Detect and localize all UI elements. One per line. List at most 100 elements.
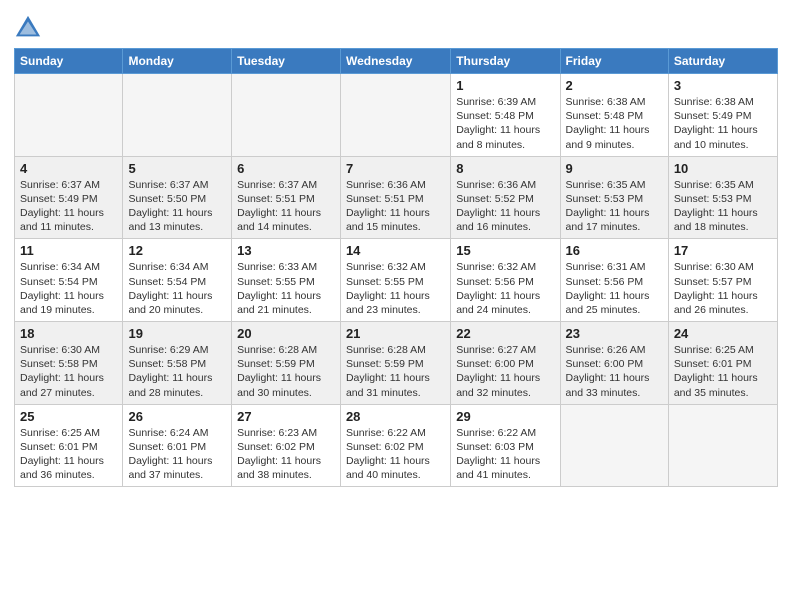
- day-number: 1: [456, 78, 554, 93]
- day-number: 23: [566, 326, 663, 341]
- calendar-cell: 15 Sunrise: 6:32 AM Sunset: 5:56 PM Dayli…: [451, 239, 560, 322]
- day-info: Sunrise: 6:35 AM Sunset: 5:53 PM Dayligh…: [566, 178, 663, 235]
- day-info: Sunrise: 6:37 AM Sunset: 5:50 PM Dayligh…: [128, 178, 226, 235]
- day-info: Sunrise: 6:34 AM Sunset: 5:54 PM Dayligh…: [128, 260, 226, 317]
- calendar-cell: 28 Sunrise: 6:22 AM Sunset: 6:02 PM Dayli…: [340, 404, 450, 487]
- calendar-cell: 12 Sunrise: 6:34 AM Sunset: 5:54 PM Dayli…: [123, 239, 232, 322]
- calendar-cell: 2 Sunrise: 6:38 AM Sunset: 5:48 PM Daylig…: [560, 74, 668, 157]
- day-number: 7: [346, 161, 445, 176]
- weekday-header-sunday: Sunday: [15, 49, 123, 74]
- day-number: 2: [566, 78, 663, 93]
- day-info: Sunrise: 6:37 AM Sunset: 5:49 PM Dayligh…: [20, 178, 117, 235]
- day-number: 4: [20, 161, 117, 176]
- calendar-cell: 27Sunrise: 6:23 AM Sunset: 6:02 PM Dayli…: [232, 404, 341, 487]
- day-info: Sunrise: 6:34 AM Sunset: 5:54 PM Dayligh…: [20, 260, 117, 317]
- day-info: Sunrise: 6:38 AM Sunset: 5:49 PM Dayligh…: [674, 95, 772, 152]
- weekday-header-saturday: Saturday: [668, 49, 777, 74]
- day-info: Sunrise: 6:23 AM Sunset: 6:02 PM Dayligh…: [237, 426, 335, 483]
- day-info: Sunrise: 6:29 AM Sunset: 5:58 PM Dayligh…: [128, 343, 226, 400]
- calendar-cell: 23Sunrise: 6:26 AM Sunset: 6:00 PM Dayli…: [560, 322, 668, 405]
- day-number: 16: [566, 243, 663, 258]
- calendar-table: SundayMondayTuesdayWednesdayThursdayFrid…: [14, 48, 778, 487]
- calendar-cell: 17 Sunrise: 6:30 AM Sunset: 5:57 PM Dayli…: [668, 239, 777, 322]
- day-info: Sunrise: 6:28 AM Sunset: 5:59 PM Dayligh…: [346, 343, 445, 400]
- day-info: Sunrise: 6:30 AM Sunset: 5:57 PM Dayligh…: [674, 260, 772, 317]
- weekday-header-tuesday: Tuesday: [232, 49, 341, 74]
- day-info: Sunrise: 6:36 AM Sunset: 5:51 PM Dayligh…: [346, 178, 445, 235]
- day-info: Sunrise: 6:24 AM Sunset: 6:01 PM Dayligh…: [128, 426, 226, 483]
- header-row: [14, 10, 778, 42]
- calendar-cell: 29 Sunrise: 6:22 AM Sunset: 6:03 PM Dayli…: [451, 404, 560, 487]
- calendar-cell: 11 Sunrise: 6:34 AM Sunset: 5:54 PM Dayli…: [15, 239, 123, 322]
- calendar-cell: 3 Sunrise: 6:38 AM Sunset: 5:49 PM Daylig…: [668, 74, 777, 157]
- day-number: 15: [456, 243, 554, 258]
- calendar-cell: 26 Sunrise: 6:24 AM Sunset: 6:01 PM Dayli…: [123, 404, 232, 487]
- calendar-cell: 20Sunrise: 6:28 AM Sunset: 5:59 PM Dayli…: [232, 322, 341, 405]
- calendar-cell: 1 Sunrise: 6:39 AM Sunset: 5:48 PM Daylig…: [451, 74, 560, 157]
- calendar-cell: [560, 404, 668, 487]
- logo-icon: [14, 14, 42, 42]
- day-info: Sunrise: 6:37 AM Sunset: 5:51 PM Dayligh…: [237, 178, 335, 235]
- day-number: 21: [346, 326, 445, 341]
- calendar-cell: 8 Sunrise: 6:36 AM Sunset: 5:52 PM Daylig…: [451, 156, 560, 239]
- day-number: 28: [346, 409, 445, 424]
- day-number: 26: [128, 409, 226, 424]
- calendar-cell: 10Sunrise: 6:35 AM Sunset: 5:53 PM Dayli…: [668, 156, 777, 239]
- day-info: Sunrise: 6:25 AM Sunset: 6:01 PM Dayligh…: [674, 343, 772, 400]
- day-number: 19: [128, 326, 226, 341]
- calendar-cell: 24 Sunrise: 6:25 AM Sunset: 6:01 PM Dayli…: [668, 322, 777, 405]
- weekday-header-monday: Monday: [123, 49, 232, 74]
- weekday-header-thursday: Thursday: [451, 49, 560, 74]
- calendar-cell: 21 Sunrise: 6:28 AM Sunset: 5:59 PM Dayli…: [340, 322, 450, 405]
- calendar-cell: [15, 74, 123, 157]
- day-number: 24: [674, 326, 772, 341]
- calendar-cell: 13 Sunrise: 6:33 AM Sunset: 5:55 PM Dayli…: [232, 239, 341, 322]
- day-number: 25: [20, 409, 117, 424]
- day-number: 11: [20, 243, 117, 258]
- day-info: Sunrise: 6:38 AM Sunset: 5:48 PM Dayligh…: [566, 95, 663, 152]
- main-container: SundayMondayTuesdayWednesdayThursdayFrid…: [0, 0, 792, 497]
- day-number: 9: [566, 161, 663, 176]
- day-number: 29: [456, 409, 554, 424]
- calendar-cell: 5 Sunrise: 6:37 AM Sunset: 5:50 PM Daylig…: [123, 156, 232, 239]
- day-info: Sunrise: 6:22 AM Sunset: 6:03 PM Dayligh…: [456, 426, 554, 483]
- day-number: 8: [456, 161, 554, 176]
- calendar-cell: 25 Sunrise: 6:25 AM Sunset: 6:01 PM Dayli…: [15, 404, 123, 487]
- calendar-cell: [232, 74, 341, 157]
- weekday-header-friday: Friday: [560, 49, 668, 74]
- day-number: 3: [674, 78, 772, 93]
- day-info: Sunrise: 6:31 AM Sunset: 5:56 PM Dayligh…: [566, 260, 663, 317]
- day-number: 18: [20, 326, 117, 341]
- calendar-cell: 22Sunrise: 6:27 AM Sunset: 6:00 PM Dayli…: [451, 322, 560, 405]
- day-number: 22: [456, 326, 554, 341]
- calendar-week-row: 1 Sunrise: 6:39 AM Sunset: 5:48 PM Daylig…: [15, 74, 778, 157]
- day-number: 17: [674, 243, 772, 258]
- calendar-cell: 9 Sunrise: 6:35 AM Sunset: 5:53 PM Daylig…: [560, 156, 668, 239]
- day-info: Sunrise: 6:32 AM Sunset: 5:55 PM Dayligh…: [346, 260, 445, 317]
- calendar-cell: 14 Sunrise: 6:32 AM Sunset: 5:55 PM Dayli…: [340, 239, 450, 322]
- calendar-week-row: 11 Sunrise: 6:34 AM Sunset: 5:54 PM Dayli…: [15, 239, 778, 322]
- calendar-cell: 19 Sunrise: 6:29 AM Sunset: 5:58 PM Dayli…: [123, 322, 232, 405]
- calendar-week-row: 18 Sunrise: 6:30 AM Sunset: 5:58 PM Dayli…: [15, 322, 778, 405]
- calendar-cell: 18 Sunrise: 6:30 AM Sunset: 5:58 PM Dayli…: [15, 322, 123, 405]
- day-number: 10: [674, 161, 772, 176]
- calendar-cell: [340, 74, 450, 157]
- day-number: 13: [237, 243, 335, 258]
- day-info: Sunrise: 6:39 AM Sunset: 5:48 PM Dayligh…: [456, 95, 554, 152]
- day-number: 14: [346, 243, 445, 258]
- day-info: Sunrise: 6:33 AM Sunset: 5:55 PM Dayligh…: [237, 260, 335, 317]
- calendar-week-row: 25 Sunrise: 6:25 AM Sunset: 6:01 PM Dayli…: [15, 404, 778, 487]
- day-number: 5: [128, 161, 226, 176]
- calendar-cell: 16 Sunrise: 6:31 AM Sunset: 5:56 PM Dayli…: [560, 239, 668, 322]
- day-info: Sunrise: 6:32 AM Sunset: 5:56 PM Dayligh…: [456, 260, 554, 317]
- day-info: Sunrise: 6:25 AM Sunset: 6:01 PM Dayligh…: [20, 426, 117, 483]
- weekday-header-row: SundayMondayTuesdayWednesdayThursdayFrid…: [15, 49, 778, 74]
- day-number: 12: [128, 243, 226, 258]
- weekday-header-wednesday: Wednesday: [340, 49, 450, 74]
- day-info: Sunrise: 6:22 AM Sunset: 6:02 PM Dayligh…: [346, 426, 445, 483]
- calendar-cell: 7 Sunrise: 6:36 AM Sunset: 5:51 PM Daylig…: [340, 156, 450, 239]
- day-info: Sunrise: 6:36 AM Sunset: 5:52 PM Dayligh…: [456, 178, 554, 235]
- day-info: Sunrise: 6:30 AM Sunset: 5:58 PM Dayligh…: [20, 343, 117, 400]
- calendar-cell: [123, 74, 232, 157]
- day-number: 6: [237, 161, 335, 176]
